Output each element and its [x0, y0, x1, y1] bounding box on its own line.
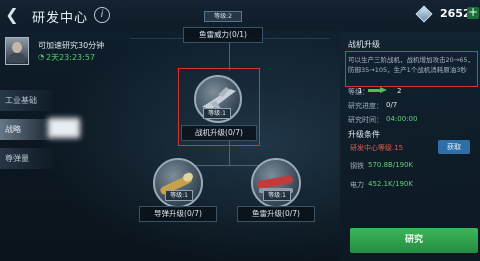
- research-button[interactable]: 研究: [350, 228, 478, 253]
- add-crystal-button[interactable]: +: [467, 6, 479, 19]
- level-from: 1: [358, 87, 363, 95]
- detail-title: 战机升级: [348, 40, 380, 49]
- level-to: 2: [397, 87, 402, 95]
- blurred-overlay: [48, 118, 80, 138]
- back-arrow-icon[interactable]: ❮: [4, 6, 20, 24]
- upgrade-conditions-heading: 升级条件: [348, 130, 380, 139]
- time-label: 研究时间：: [348, 116, 383, 124]
- progress-label: 研究进度：: [348, 102, 383, 110]
- tab-industrial-base[interactable]: 工业基础: [0, 90, 53, 111]
- clock-icon: ◔: [38, 53, 45, 61]
- missile-level-badge: 等级:1: [165, 190, 193, 201]
- tab-ammo[interactable]: 尊弹量: [0, 148, 53, 169]
- info-icon[interactable]: i: [94, 7, 110, 23]
- time-value: 04:00:00: [386, 115, 418, 123]
- acquire-button[interactable]: 获取: [438, 140, 470, 154]
- arrow-right-icon: [368, 87, 388, 93]
- power-label: 电力: [350, 181, 364, 189]
- fighter-upgrade-label[interactable]: 战机升级(0/7): [181, 125, 257, 141]
- fighter-level-badge: 等级:1: [203, 108, 231, 119]
- research-timer: 2天23:23:57: [46, 53, 96, 62]
- page-title: 研发中心: [32, 11, 89, 26]
- steel-value: 570.8B/190K: [368, 161, 414, 169]
- top-node-level: 等级:2: [204, 11, 242, 22]
- tab-strategy[interactable]: 战略: [0, 119, 53, 140]
- connector-line: [229, 42, 230, 70]
- commander-avatar[interactable]: [5, 37, 29, 65]
- detail-description: 可以生产三阶战机，战机增加攻击20→65，防御35→105，生产1个战机消耗原油…: [348, 56, 474, 74]
- progress-value: 0/7: [386, 101, 398, 109]
- requirement-text: 研发中心等级.15: [350, 144, 404, 152]
- torpedo-power-label[interactable]: 鱼雷威力(0/1): [183, 27, 263, 43]
- steel-label: 钢铁: [350, 162, 364, 170]
- missile-upgrade-label[interactable]: 导弹升级(0/7): [139, 206, 217, 222]
- speedup-text: 可加速研究30分钟: [38, 41, 105, 50]
- torpedo-level-badge: 等级:1: [263, 190, 291, 201]
- power-value: 452.1K/190K: [368, 180, 413, 188]
- torpedo-upgrade-label[interactable]: 鱼雷升级(0/7): [237, 206, 315, 222]
